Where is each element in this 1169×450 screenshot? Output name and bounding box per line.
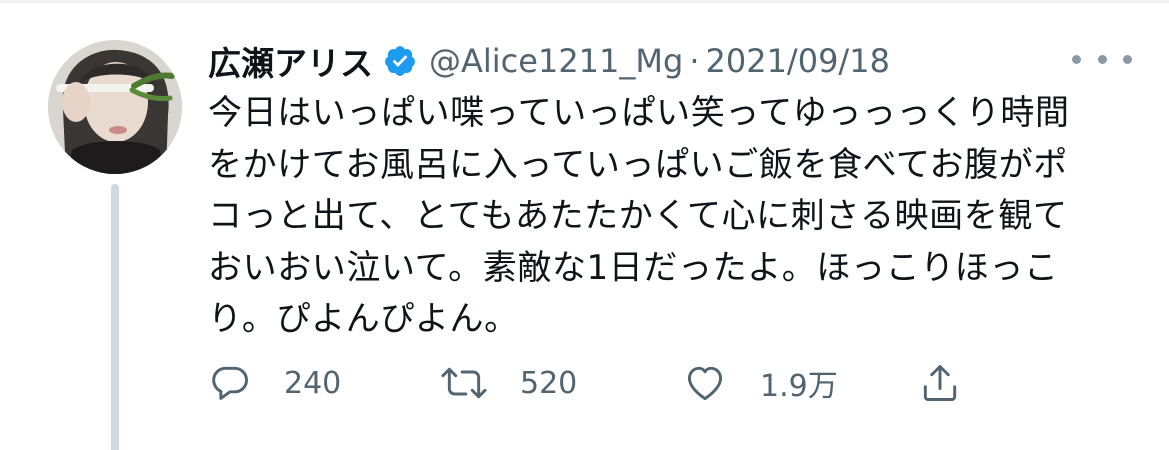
share-button[interactable] [918, 360, 962, 406]
verified-badge-icon [383, 44, 417, 78]
share-icon [923, 365, 957, 401]
tweet-text-line: 今日はいっぱい喋っていっぱい笑ってゆっっっくり時間 [208, 93, 1070, 133]
like-button[interactable]: 1.9万 [682, 360, 838, 406]
display-name[interactable]: 広瀬アリス [208, 37, 373, 85]
tweet-text-line: をかけてお風呂に入っていっぱいご飯を食べてお腹がポ [208, 144, 1068, 185]
retweet-count: 520 [520, 365, 578, 401]
more-dot [1123, 54, 1132, 64]
reply-icon [212, 366, 248, 400]
retweet-icon [441, 367, 487, 399]
more-dots-icon[interactable] [1072, 44, 1132, 74]
tweet-text-line: コっと出て、とてもあたたかくて心に刺さる映画を観て [208, 196, 1068, 236]
tweet-date[interactable]: 2021/09/18 [705, 42, 889, 80]
top-divider [0, 0, 1169, 3]
header-separator: · [689, 42, 700, 80]
tweet-text-line: おいおい泣いて。素敵な1日だったよ。ほっこりほっこ [208, 247, 1059, 288]
tweet-text-line: り。ぴよんぴよん。 [208, 299, 519, 339]
more-dot [1097, 54, 1107, 64]
heart-icon [687, 366, 723, 401]
reply-count: 240 [284, 365, 342, 401]
tweet-text: 今日はいっぱい喋っていっぱい笑ってゆっっっくり時間 をかけてお風呂に入っていっぱ… [208, 88, 1123, 346]
thread-line [111, 184, 119, 450]
reply-button[interactable]: 240 [208, 360, 341, 406]
tweet-header: 広瀬アリス @Alice1211_Mg · 2021/09/18 [208, 38, 890, 84]
tweet-card[interactable]: 広瀬アリス @Alice1211_Mg · 2021/09/18 今日はいっぱい… [0, 0, 1169, 450]
avatar-image [48, 40, 182, 174]
user-handle[interactable]: @Alice1211_Mg [429, 42, 683, 80]
action-bar: 240 520 1.9万 [208, 360, 988, 406]
like-count: 1.9万 [760, 369, 838, 404]
more-dot [1072, 54, 1081, 64]
avatar[interactable] [48, 40, 182, 174]
retweet-button[interactable]: 520 [440, 360, 577, 406]
